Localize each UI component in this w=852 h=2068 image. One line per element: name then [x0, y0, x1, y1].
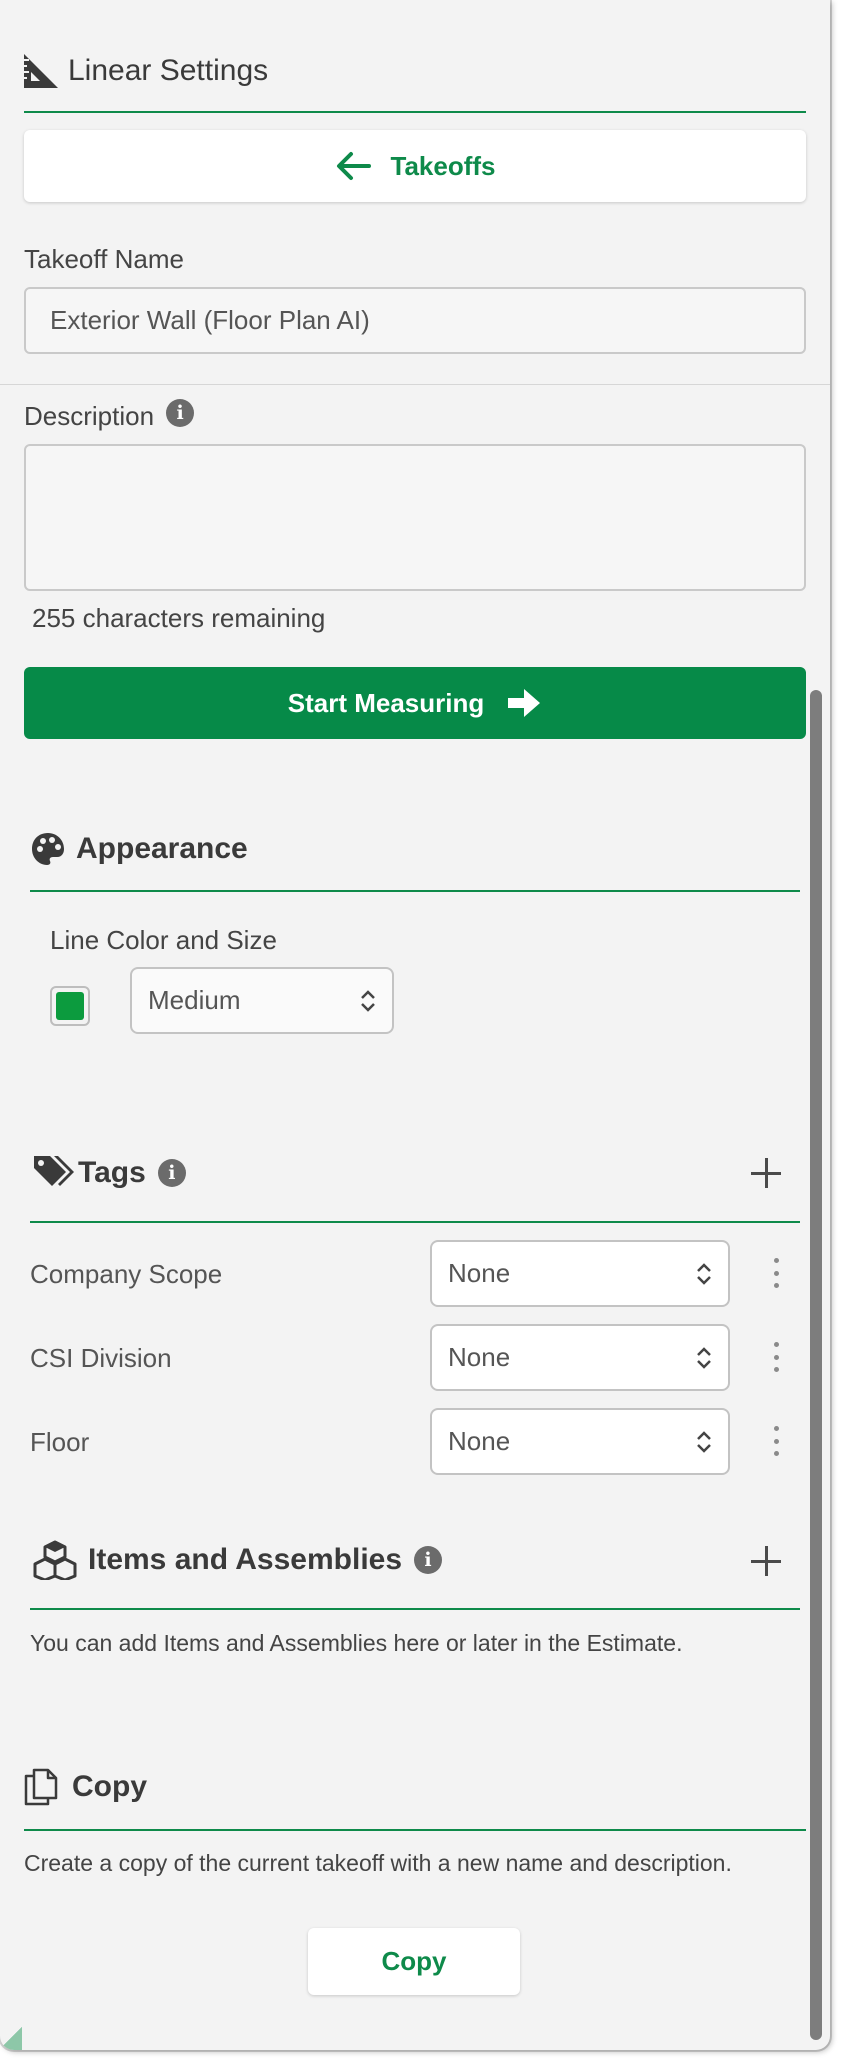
- boxes-icon: [33, 1540, 77, 1580]
- chevron-updown-icon: [697, 1430, 711, 1453]
- chevron-updown-icon: [697, 1346, 711, 1369]
- appearance-header: Appearance: [30, 831, 248, 867]
- palette-icon: [32, 833, 64, 865]
- tags-rule: [30, 1221, 800, 1223]
- start-measuring-label: Start Measuring: [287, 687, 485, 718]
- characters-remaining: 255 characters remaining: [32, 603, 326, 633]
- tags-info-icon[interactable]: i: [157, 1159, 186, 1187]
- tag-label: CSI Division: [30, 1343, 172, 1373]
- items-rule: [30, 1608, 800, 1610]
- tag-menu-icon[interactable]: [771, 1258, 781, 1288]
- tag-select[interactable]: None: [430, 1324, 730, 1391]
- add-item-icon[interactable]: [751, 1546, 781, 1576]
- start-measuring-button[interactable]: Start Measuring: [24, 667, 806, 739]
- copy-button[interactable]: Copy: [308, 1928, 520, 1995]
- line-color-fill: [56, 992, 84, 1020]
- tags-title: Tags: [78, 1156, 146, 1189]
- description-textarea[interactable]: [24, 444, 806, 591]
- copy-hint: Create a copy of the current takeoff wit…: [24, 1850, 732, 1876]
- items-info-icon[interactable]: i: [414, 1546, 443, 1574]
- tag-label: Company Scope: [30, 1259, 223, 1289]
- linear-settings-panel: Linear Settings Takeoffs Takeoff Name Ex…: [0, 0, 830, 2050]
- appearance-title: Appearance: [76, 832, 248, 865]
- items-header: Items and Assemblies i: [32, 1540, 443, 1580]
- chevron-updown-icon: [361, 989, 375, 1012]
- panel-header: Linear Settings: [22, 52, 268, 90]
- tag-menu-icon[interactable]: [771, 1426, 781, 1456]
- tag-value: None: [448, 1258, 511, 1288]
- copy-rule: [24, 1829, 806, 1831]
- divider: [0, 384, 830, 385]
- copy-icon: [24, 1768, 58, 1806]
- appearance-rule: [30, 890, 800, 892]
- tag-select[interactable]: None: [430, 1240, 730, 1307]
- tag-label: Floor: [30, 1427, 90, 1457]
- header-rule: [24, 111, 806, 113]
- takeoff-name-label: Takeoff Name: [24, 244, 184, 274]
- page-title: Linear Settings: [68, 54, 269, 87]
- tag-value: None: [448, 1342, 511, 1372]
- tags-header: Tags i: [32, 1154, 186, 1192]
- back-to-takeoffs-button[interactable]: Takeoffs: [24, 130, 806, 202]
- corner-accent: [0, 2020, 22, 2050]
- scrollbar-thumb[interactable]: [810, 690, 822, 2040]
- arrow-right-icon: [508, 689, 541, 717]
- back-button-label: Takeoffs: [390, 150, 496, 181]
- line-size-select[interactable]: Medium: [130, 967, 394, 1034]
- items-hint: You can add Items and Assemblies here or…: [30, 1630, 683, 1656]
- items-title: Items and Assemblies: [88, 1543, 403, 1576]
- add-tag-icon[interactable]: [751, 1158, 781, 1188]
- description-label-row: Description i: [24, 398, 195, 432]
- arrow-left-icon: [336, 152, 371, 180]
- ruler-triangle-icon: [24, 54, 58, 88]
- info-icon[interactable]: i: [166, 398, 195, 427]
- line-color-size-label: Line Color and Size: [50, 925, 277, 955]
- line-color-swatch[interactable]: [50, 986, 90, 1026]
- tag-select[interactable]: None: [430, 1408, 730, 1475]
- line-size-value: Medium: [148, 985, 241, 1015]
- tag-menu-icon[interactable]: [771, 1342, 781, 1372]
- takeoff-name-input[interactable]: Exterior Wall (Floor Plan AI): [24, 287, 806, 354]
- copy-title: Copy: [72, 1770, 147, 1803]
- description-label: Description: [24, 401, 155, 431]
- copy-button-label: Copy: [381, 1946, 447, 1976]
- chevron-updown-icon: [697, 1262, 711, 1285]
- copy-header: Copy: [24, 1768, 147, 1806]
- tags-icon: [34, 1156, 74, 1186]
- tag-value: None: [448, 1426, 511, 1456]
